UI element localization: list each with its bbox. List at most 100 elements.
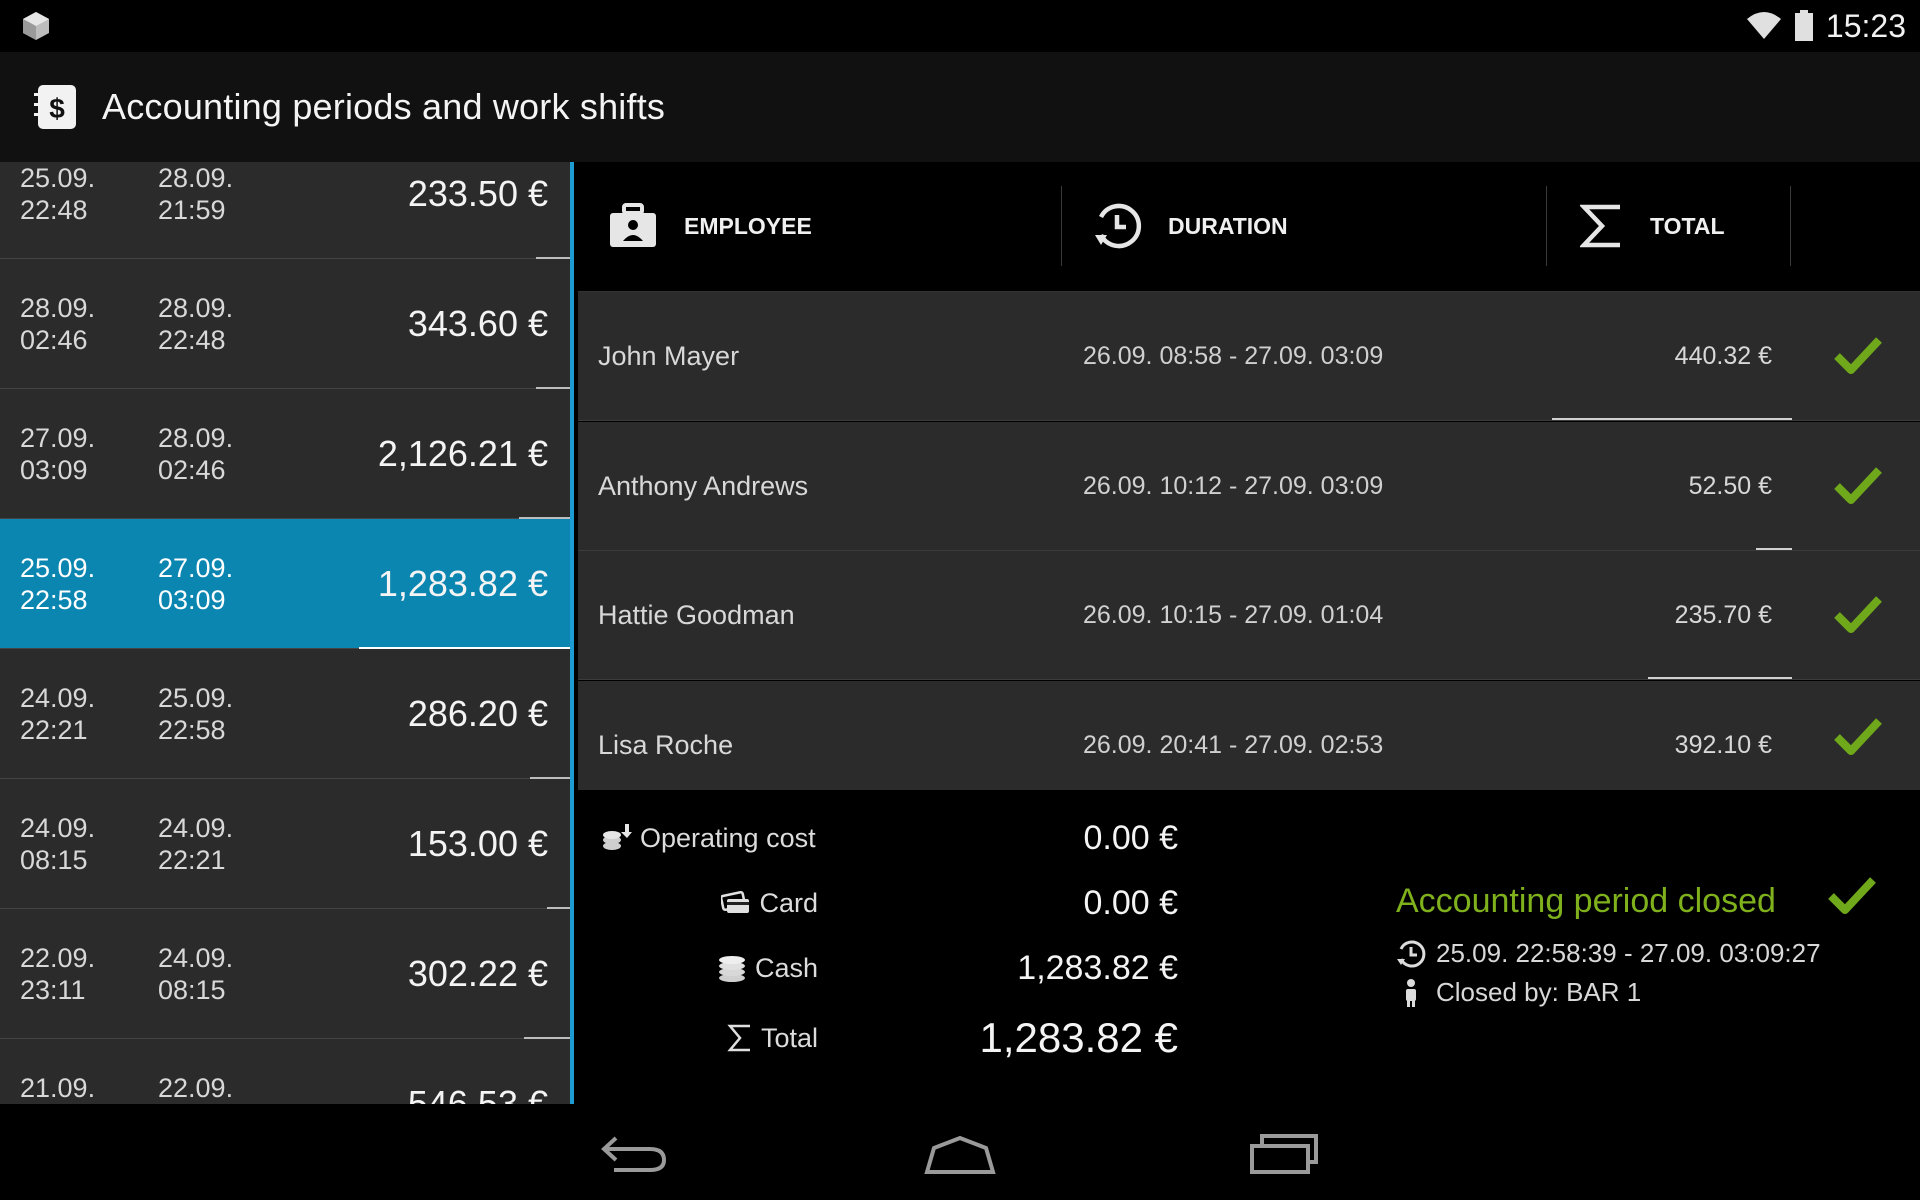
check-icon xyxy=(1834,596,1882,633)
battery-icon xyxy=(1794,10,1813,41)
column-divider xyxy=(1546,186,1547,266)
period-amount: 2,126.21 € xyxy=(377,433,548,474)
period-start-date: 22.09. xyxy=(20,943,96,973)
shift-duration: 26.09. 08:58 - 27.09. 03:09 xyxy=(1083,342,1384,370)
period-start-time: 22:48 xyxy=(20,195,88,225)
receipt-dollar-icon[interactable]: $ xyxy=(30,81,82,133)
period-row[interactable]: 24.09. 22:21 25.09. 22:58 286.20 € xyxy=(0,649,570,779)
period-start-time: 23:11 xyxy=(20,975,86,1005)
column-divider xyxy=(1790,186,1791,266)
operating-cost-value: 0.00 € xyxy=(1083,818,1178,857)
coins-out-icon xyxy=(603,824,632,850)
period-amount: 1,283.82 € xyxy=(377,563,548,604)
column-duration-label: DURATION xyxy=(1168,212,1288,239)
period-start-date: 24.09. xyxy=(20,683,96,713)
closed-by: Closed by: BAR 1 xyxy=(1396,977,1641,1008)
shift-row[interactable]: Lisa Roche 26.09. 20:41 - 27.09. 02:53 392… xyxy=(578,680,1920,791)
card-label: Card xyxy=(721,873,818,933)
period-amount: 286.20 € xyxy=(407,693,548,734)
check-icon xyxy=(1834,717,1882,755)
period-amount: 343.60 € xyxy=(407,303,548,344)
period-start: 25.09. 22:48 xyxy=(20,162,95,259)
operating-cost-label: Operating cost xyxy=(602,808,816,868)
period-end: 25.09. 22:58 xyxy=(158,649,233,779)
clock-history-icon xyxy=(1095,203,1142,249)
period-end: 28.09. 21:59 xyxy=(158,162,233,259)
shift-total: 440.32 € xyxy=(1674,342,1772,370)
column-total[interactable]: TOTAL xyxy=(1580,186,1725,266)
period-start-time: 22:58 xyxy=(20,585,88,615)
total-label: Total xyxy=(727,1008,818,1068)
sigma-icon xyxy=(727,1024,750,1052)
period-row[interactable]: 27.09. 03:09 28.09. 02:46 2,126.21 € xyxy=(0,389,570,519)
period-end-date: 28.09. xyxy=(158,163,234,193)
period-end-time: 03:09 xyxy=(158,585,226,615)
shift-total: 235.70 € xyxy=(1674,601,1772,629)
period-row[interactable]: 24.09. 08:15 24.09. 22:21 153.00 € xyxy=(0,779,570,909)
period-end-time: 02:46 xyxy=(158,455,226,485)
column-employee-label: EMPLOYEE xyxy=(684,212,812,239)
period-row[interactable]: 25.09. 22:48 28.09. 21:59 233.50 € xyxy=(0,162,570,259)
period-end: 28.09. 02:46 xyxy=(158,389,233,519)
period-end-time: 21:59 xyxy=(158,195,226,225)
period-amount: 546.53 € xyxy=(407,1083,548,1104)
employee-name: Hattie Goodman xyxy=(598,600,795,630)
shift-row[interactable]: John Mayer 26.09. 08:58 - 27.09. 03:09 440… xyxy=(578,292,1920,421)
period-start-date: 28.09. xyxy=(20,293,96,323)
recents-icon[interactable] xyxy=(1250,1132,1320,1176)
column-total-label: TOTAL xyxy=(1650,212,1725,239)
coin-stack-icon xyxy=(718,956,745,982)
period-row[interactable]: 22.09. 23:11 24.09. 08:15 302.22 € xyxy=(0,909,570,1039)
period-row[interactable]: 21.09.01:58 22.09.23:11 546.53 € xyxy=(0,1039,570,1104)
shift-total: 52.50 € xyxy=(1688,471,1772,500)
employee-name: Anthony Andrews xyxy=(598,470,809,501)
navigation-bar xyxy=(0,1104,1920,1200)
period-end-date: 24.09. xyxy=(158,813,234,843)
check-icon xyxy=(1834,337,1882,374)
closed-range: 25.09. 22:58:39 - 27.09. 03:09:27 xyxy=(1396,938,1821,969)
shift-row[interactable]: Anthony Andrews 26.09. 10:12 - 27.09. 03:… xyxy=(578,421,1920,551)
screen: 15:23 $ Accounting periods and work shif… xyxy=(0,0,1920,1200)
shift-share-bar xyxy=(1552,418,1792,420)
period-amount: 153.00 € xyxy=(407,823,548,864)
person-icon xyxy=(1406,978,1416,1007)
period-row[interactable]: 25.09. 22:58 27.09. 03:09 1,283.82 € xyxy=(0,519,570,649)
period-end: 24.09. 22:21 xyxy=(158,779,233,909)
period-end: 22.09.23:11 xyxy=(158,1039,233,1104)
period-end-time: 22:48 xyxy=(158,325,226,355)
period-start: 21.09.01:58 xyxy=(20,1039,95,1104)
period-end-date: 28.09. xyxy=(158,423,234,453)
column-divider xyxy=(1061,186,1062,266)
period-amount: 233.50 € xyxy=(407,173,548,214)
period-row[interactable]: 28.09. 02:46 28.09. 22:48 343.60 € xyxy=(0,259,570,389)
period-start-time: 02:46 xyxy=(20,325,88,355)
total-row: Total 1,283.82 € xyxy=(598,1008,1178,1068)
period-start-time: 08:15 xyxy=(20,845,88,875)
shift-duration: 26.09. 10:15 - 27.09. 01:04 xyxy=(1083,601,1384,629)
period-end-date: 25.09. xyxy=(158,683,234,713)
column-employee[interactable]: EMPLOYEE xyxy=(608,186,812,266)
shift-row[interactable]: Hattie Goodman 26.09. 10:15 - 27.09. 01:0… xyxy=(578,551,1920,680)
check-icon xyxy=(1834,466,1882,504)
period-start-date: 27.09. xyxy=(20,423,96,453)
period-end-time: 22:21 xyxy=(158,845,226,875)
app-cube-icon xyxy=(20,10,52,42)
period-list[interactable]: 25.09. 22:48 28.09. 21:59 233.50 €28.09. 02:4… xyxy=(0,162,574,1104)
cash-value: 1,283.82 € xyxy=(1017,948,1178,987)
employee-name: John Mayer xyxy=(598,341,740,371)
clock-history-icon xyxy=(1397,940,1426,967)
column-duration[interactable]: DURATION xyxy=(1092,186,1288,266)
home-icon[interactable] xyxy=(924,1132,996,1176)
shift-duration: 26.09. 10:12 - 27.09. 03:09 xyxy=(1083,471,1384,500)
back-icon[interactable] xyxy=(600,1132,670,1176)
period-end-time: 08:15 xyxy=(158,975,226,1005)
period-start: 22.09. 23:11 xyxy=(20,909,95,1039)
period-start-time: 22:21 xyxy=(20,715,88,745)
shift-share-bar xyxy=(1756,547,1792,550)
period-end-time: 22:58 xyxy=(158,715,226,745)
period-end-date: 27.09. xyxy=(158,553,234,583)
card-value: 0.00 € xyxy=(1083,883,1178,922)
period-end-date: 22.09. xyxy=(158,1073,234,1103)
total-value: 1,283.82 € xyxy=(979,1014,1178,1061)
card-row: Card 0.00 € xyxy=(598,873,1178,933)
